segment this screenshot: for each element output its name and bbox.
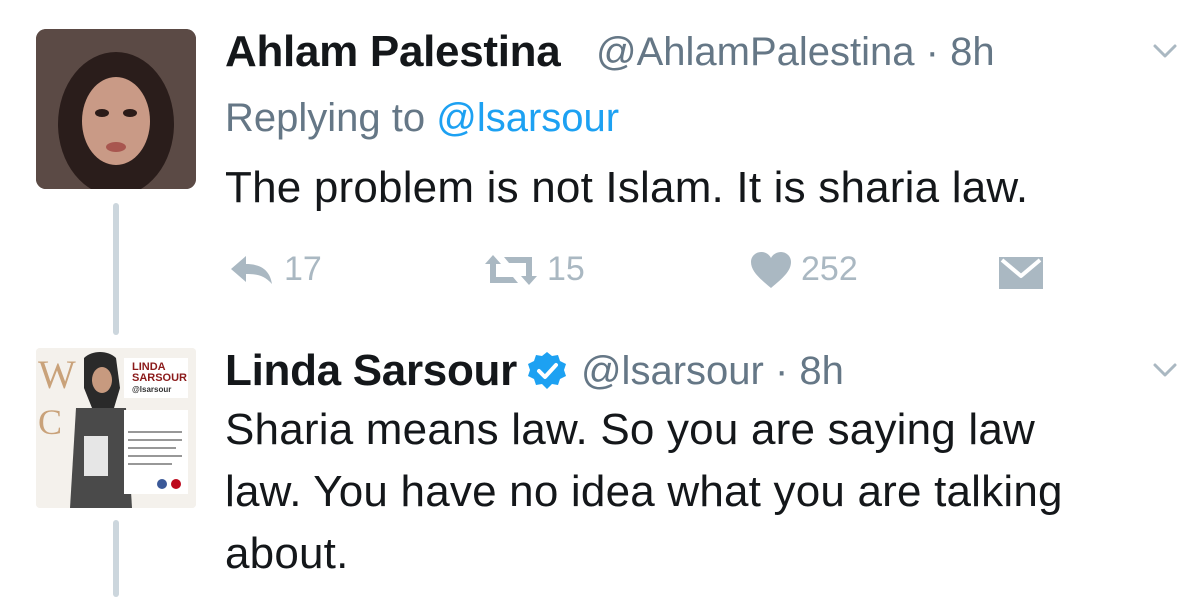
chevron-down-icon[interactable] — [1152, 38, 1178, 64]
retweet-icon — [485, 254, 537, 285]
avatar[interactable]: W C LINDA SARSOUR @lsarsour — [36, 348, 196, 508]
author-name[interactable]: Ahlam Palestina — [225, 30, 561, 74]
reply-button[interactable]: 17 — [228, 250, 322, 289]
replying-to-handle[interactable]: @lsarsour — [436, 96, 619, 140]
svg-text:C: C — [38, 402, 62, 442]
tweet-time[interactable]: 8h — [799, 349, 844, 393]
avatar[interactable] — [36, 29, 196, 189]
tweet-meta: @AhlamPalestina · 8h — [596, 30, 995, 74]
tweet-meta: @lsarsour · 8h — [581, 349, 844, 393]
tweet-text-line: law. You have no idea what you are talki… — [225, 467, 1063, 516]
reply-icon — [231, 255, 272, 284]
like-count: 252 — [801, 250, 858, 288]
svg-text:W: W — [38, 352, 76, 397]
meta-separator: · — [925, 30, 939, 74]
thread-line-bottom — [113, 520, 119, 597]
direct-message-icon — [999, 257, 1043, 289]
avatar-photo — [36, 29, 196, 189]
avatar-caption: LINDA SARSOUR @lsarsour — [132, 362, 187, 395]
heart-icon — [751, 251, 791, 288]
author-handle[interactable]: @AhlamPalestina — [596, 30, 915, 74]
tweet-header: Linda Sarsour @lsarsour · 8h — [225, 349, 844, 394]
meta-separator: · — [774, 349, 789, 393]
chevron-down-icon[interactable] — [1152, 357, 1178, 383]
replying-to: Replying to @lsarsour — [225, 96, 619, 141]
tweet-time[interactable]: 8h — [950, 30, 995, 74]
tweet-text: Sharia means law. So you are saying law … — [225, 399, 1063, 585]
author-name[interactable]: Linda Sarsour — [225, 349, 517, 393]
tweet-text-line: about. — [225, 529, 349, 578]
avatar-caption-line2: SARSOUR — [132, 372, 188, 384]
thread-line-top — [113, 203, 119, 335]
replying-to-label: Replying to — [225, 96, 426, 140]
like-button[interactable]: 252 — [749, 250, 858, 289]
tweet-text: The problem is not Islam. It is sharia l… — [225, 163, 1029, 212]
reply-count: 17 — [284, 250, 322, 288]
retweet-button[interactable]: 15 — [483, 250, 585, 289]
author-handle[interactable]: @lsarsour — [581, 349, 764, 393]
tweet-text-line: Sharia means law. So you are saying law — [225, 405, 1036, 454]
retweet-count: 15 — [547, 250, 585, 288]
direct-message-button[interactable] — [998, 256, 1044, 290]
avatar-caption-handle: @lsarsour — [132, 385, 172, 394]
verified-badge-icon — [527, 352, 566, 389]
